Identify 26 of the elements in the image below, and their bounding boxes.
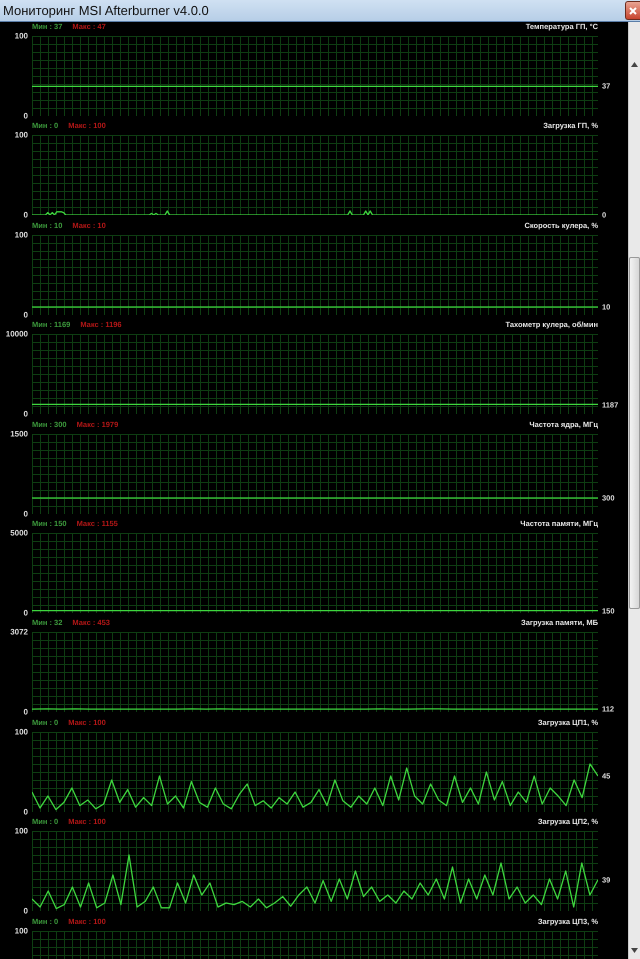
axis-tick-label: 0: [24, 807, 28, 816]
scrollbar-thumb[interactable]: [629, 257, 640, 609]
axis-tick-label: 0: [24, 708, 28, 717]
axis-tick-label: 100: [14, 32, 28, 40]
axis-tick-label: 0: [24, 310, 28, 320]
axis-tick-label: 10000: [6, 330, 28, 339]
axis-tick-label: 5000: [10, 528, 28, 538]
scrollbar[interactable]: [628, 22, 640, 959]
axis-tick-label: 3072: [10, 628, 28, 637]
scroll-down-icon[interactable]: [631, 948, 638, 953]
close-button[interactable]: [625, 1, 640, 20]
close-icon[interactable]: [628, 6, 638, 16]
axis-label: 100: [14, 926, 28, 936]
axis-tick-label: 100: [14, 727, 28, 736]
axis-tick-label: 0: [24, 112, 28, 120]
window-title: Мониторинг MSI Afterburner v4.0.0: [2, 3, 209, 18]
axis-tick-label: 0: [24, 210, 28, 220]
axis-tick-label: 0: [24, 906, 28, 916]
axis-tick-label: 0: [24, 410, 28, 419]
axis-tick-label: 100: [14, 130, 28, 140]
axis-tick-label: 100: [14, 230, 28, 240]
axis-tick-label: 100: [14, 826, 28, 836]
axis-tick-label: 0: [24, 608, 28, 618]
axis-tick-label: 0: [24, 509, 28, 518]
scroll-up-icon[interactable]: [631, 62, 638, 67]
axis-tick-label: 1500: [10, 429, 28, 438]
